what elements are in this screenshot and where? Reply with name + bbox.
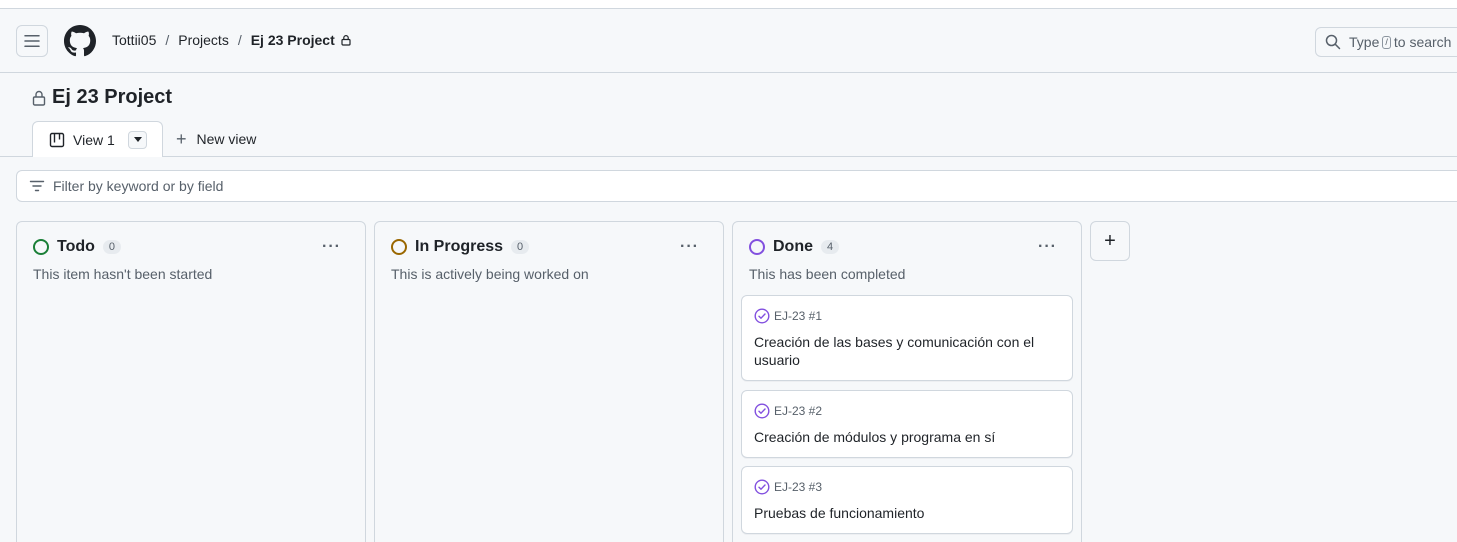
column-more-options-icon[interactable]: ···: [1038, 238, 1057, 256]
global-header: Tottii05 / Projects / Ej 23 Project Type…: [0, 9, 1457, 73]
status-circle-icon: [33, 239, 49, 255]
card-ref-label: EJ-23 #3: [774, 480, 823, 494]
card-ref-label: EJ-23 #2: [774, 404, 823, 418]
breadcrumb: Tottii05 / Projects / Ej 23 Project: [112, 32, 352, 48]
card-reference: EJ-23 #1: [754, 308, 822, 324]
breadcrumb-project[interactable]: Ej 23 Project: [251, 32, 335, 48]
card-title[interactable]: Creación de las bases y comunicación con…: [754, 333, 1054, 369]
issue-closed-icon: [754, 479, 770, 495]
top-strip: [0, 0, 1457, 9]
breadcrumb-owner[interactable]: Tottii05: [112, 32, 156, 48]
triangle-down-icon: [133, 137, 142, 142]
menu-button[interactable]: [16, 25, 48, 57]
column-description: This is actively being worked on: [391, 266, 589, 282]
issue-closed-icon: [754, 403, 770, 419]
column-description: This has been completed: [749, 266, 906, 282]
search-icon: [1325, 34, 1341, 50]
search-suffix: to search: [1393, 34, 1452, 50]
column-count: 4: [821, 240, 840, 254]
tab-view-1[interactable]: View 1: [32, 121, 163, 157]
column-count: 0: [511, 240, 530, 254]
new-view-button[interactable]: + New view: [176, 129, 257, 149]
hamburger-icon: [24, 35, 40, 47]
filter-input[interactable]: Filter by keyword or by field: [16, 170, 1457, 202]
board-card[interactable]: EJ-23 #1 Creación de las bases y comunic…: [741, 295, 1073, 381]
search-shortcut-key: /: [1382, 35, 1391, 49]
view-tabs: View 1 + New view: [0, 121, 1457, 157]
plus-icon: +: [176, 129, 187, 149]
github-logo-icon[interactable]: [64, 25, 96, 57]
breadcrumb-separator: /: [165, 32, 170, 48]
lock-icon: [32, 90, 46, 106]
card-title[interactable]: Pruebas de funcionamiento: [754, 504, 1054, 522]
board-icon: [49, 132, 65, 147]
board-card[interactable]: EJ-23 #3 Pruebas de funcionamiento: [741, 466, 1073, 534]
view-options-dropdown[interactable]: [128, 131, 147, 149]
column-more-options-icon[interactable]: ···: [680, 238, 699, 256]
column-count: 0: [102, 240, 122, 254]
card-title[interactable]: Creación de módulos y programa en sí: [754, 428, 1054, 446]
column-in-progress: In Progress 0 ··· This is actively being…: [374, 221, 724, 542]
column-name: In Progress: [415, 238, 504, 255]
column-description: This item hasn't been started: [33, 266, 213, 282]
column-header: Done 4: [749, 238, 840, 256]
board-card[interactable]: EJ-23 #2 Creación de módulos y programa …: [741, 390, 1073, 458]
card-ref-label: EJ-23 #1: [774, 309, 823, 323]
status-circle-icon: [749, 239, 765, 255]
breadcrumb-separator: /: [237, 32, 242, 48]
filter-placeholder: Filter by keyword or by field: [53, 178, 224, 194]
issue-closed-icon: [754, 308, 770, 324]
column-name: Done: [773, 238, 813, 255]
breadcrumb-projects[interactable]: Projects: [178, 32, 229, 48]
new-view-label: New view: [196, 131, 257, 147]
column-todo: Todo 0 ··· This item hasn't been started: [16, 221, 366, 542]
plus-icon: +: [1104, 229, 1116, 252]
column-more-options-icon[interactable]: ···: [322, 238, 341, 256]
column-header: Todo 0: [33, 238, 122, 256]
card-reference: EJ-23 #3: [754, 479, 822, 495]
project-title-row: Ej 23 Project: [32, 86, 172, 109]
search-input[interactable]: Type / to search: [1315, 27, 1457, 57]
card-reference: EJ-23 #2: [754, 403, 822, 419]
status-circle-icon: [391, 239, 407, 255]
column-header: In Progress 0: [391, 238, 530, 256]
search-prefix: Type: [1349, 34, 1380, 50]
column-done: Done 4 ··· This has been completed EJ-23…: [732, 221, 1082, 542]
tab-label: View 1: [73, 131, 115, 148]
filter-icon: [29, 180, 45, 192]
add-column-button[interactable]: +: [1090, 221, 1130, 261]
column-name: Todo: [57, 238, 95, 255]
lock-icon: [341, 35, 351, 46]
page-title: Ej 23 Project: [52, 86, 173, 108]
